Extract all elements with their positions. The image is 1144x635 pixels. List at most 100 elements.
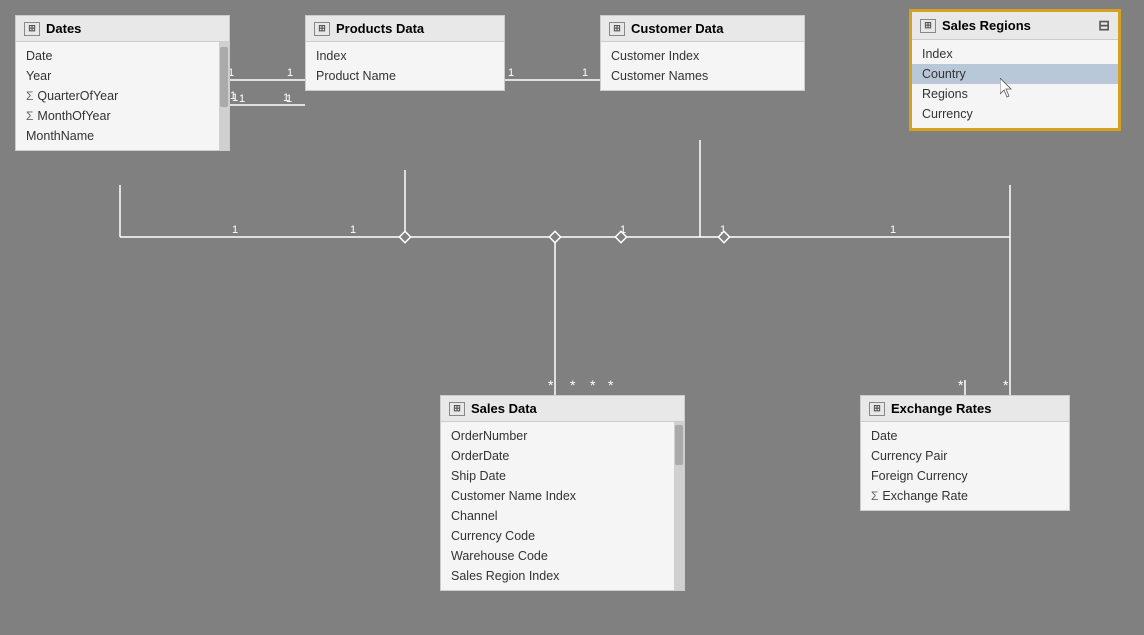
customer-table-title: Customer Data [631,21,723,36]
field-name: Exchange Rate [882,489,967,503]
customer-table-header: ⊞ Customer Data [601,16,804,42]
svg-text:1: 1 [232,224,238,236]
field-name: Index [922,47,953,61]
svg-text:1: 1 [232,92,238,104]
table-icon: ⊞ [449,402,465,416]
diagram-canvas[interactable]: 1 1 * 1 1 * * * * * [0,0,1144,635]
svg-text:1: 1 [582,67,588,79]
scrollbar[interactable] [219,42,229,150]
svg-text:*: * [1003,377,1009,393]
table-row: Σ QuarterOfYear [16,86,229,106]
svg-text:*: * [548,377,554,393]
field-name: Sales Region Index [451,569,559,583]
svg-text:1: 1 [239,93,245,105]
field-name: MonthName [26,129,94,143]
svg-text:1: 1 [620,224,626,236]
table-row: Warehouse Code [441,546,684,566]
table-row: Year [16,66,229,86]
field-name: OrderDate [451,449,509,463]
customer-table[interactable]: ⊞ Customer Data Customer Index Customer … [600,15,805,91]
sales-regions-table[interactable]: ⊞ Sales Regions ⊟ Index Country Regions … [910,10,1120,130]
sales-regions-table-body: Index Country Regions Currency [912,40,1118,128]
products-table-header: ⊞ Products Data [306,16,504,42]
svg-text:*: * [608,377,614,393]
table-row: Sales Region Index [441,566,684,586]
svg-text:1: 1 [287,67,293,79]
svg-text:1: 1 [230,90,236,102]
table-icon: ⊞ [314,22,330,36]
field-name: Year [26,69,51,83]
field-name: Customer Name Index [451,489,576,503]
table-icon: ⊞ [869,402,885,416]
field-name: Regions [922,87,968,101]
sigma-icon: Σ [26,109,33,123]
field-name: QuarterOfYear [37,89,118,103]
products-table[interactable]: ⊞ Products Data Index Product Name [305,15,505,91]
sigma-icon: Σ [26,89,33,103]
table-row: Σ MonthOfYear [16,106,229,126]
field-name: Ship Date [451,469,506,483]
sigma-icon: Σ [871,489,878,503]
table-row: OrderDate [441,446,684,466]
table-row: Foreign Currency [861,466,1069,486]
table-row: Index [306,46,504,66]
dates-table-body: Date Year Σ QuarterOfYear Σ MonthOfYear … [16,42,229,150]
dates-table[interactable]: ⊞ Dates Date Year Σ QuarterOfYear Σ Mont… [15,15,230,151]
field-name: Customer Names [611,69,708,83]
products-table-title: Products Data [336,21,424,36]
dates-table-header: ⊞ Dates [16,16,229,42]
table-row: Product Name [306,66,504,86]
svg-text:1: 1 [720,224,726,236]
svg-text:*: * [958,377,964,393]
svg-text:1: 1 [350,224,356,236]
exchange-rates-table[interactable]: ⊞ Exchange Rates Date Currency Pair Fore… [860,395,1070,511]
table-row: Currency [912,104,1118,124]
table-row: MonthName [16,126,229,146]
dates-table-title: Dates [46,21,81,36]
table-row: Country [912,64,1118,84]
exchange-rates-table-title: Exchange Rates [891,401,991,416]
field-name: Index [316,49,347,63]
table-row: Currency Code [441,526,684,546]
field-name: Date [871,429,897,443]
field-name: Product Name [316,69,396,83]
svg-text:1: 1 [508,67,514,79]
table-row: Currency Pair [861,446,1069,466]
sales-regions-table-header: ⊞ Sales Regions ⊟ [912,12,1118,40]
sales-data-table-body: OrderNumber OrderDate Ship Date Customer… [441,422,684,590]
exchange-rates-table-header: ⊞ Exchange Rates [861,396,1069,422]
field-name: Channel [451,509,498,523]
field-name: Country [922,67,966,81]
table-row: Customer Names [601,66,804,86]
field-name: Currency Code [451,529,535,543]
table-row: Customer Index [601,46,804,66]
field-name: Customer Index [611,49,699,63]
customer-table-body: Customer Index Customer Names [601,42,804,90]
table-row: Σ Exchange Rate [861,486,1069,506]
field-name: Currency [922,107,973,121]
table-row: Ship Date [441,466,684,486]
minimize-icon[interactable]: ⊟ [1098,17,1110,34]
field-name: OrderNumber [451,429,527,443]
table-row: Customer Name Index [441,486,684,506]
table-row: Index [912,44,1118,64]
svg-text:1: 1 [286,93,292,105]
field-name: Currency Pair [871,449,947,463]
exchange-rates-table-body: Date Currency Pair Foreign Currency Σ Ex… [861,422,1069,510]
sales-data-table[interactable]: ⊞ Sales Data OrderNumber OrderDate Ship … [440,395,685,591]
svg-text:1: 1 [283,92,289,104]
table-row: Date [16,46,229,66]
table-row: OrderNumber [441,426,684,446]
scrollbar[interactable] [674,422,684,590]
table-row: Regions [912,84,1118,104]
field-name: MonthOfYear [37,109,110,123]
svg-text:*: * [590,377,596,393]
svg-text:1: 1 [890,224,896,236]
field-name: Warehouse Code [451,549,548,563]
table-row: Channel [441,506,684,526]
scrollbar-thumb [675,425,683,465]
table-icon: ⊞ [920,19,936,33]
table-icon: ⊞ [24,22,40,36]
field-name: Foreign Currency [871,469,968,483]
products-table-body: Index Product Name [306,42,504,90]
